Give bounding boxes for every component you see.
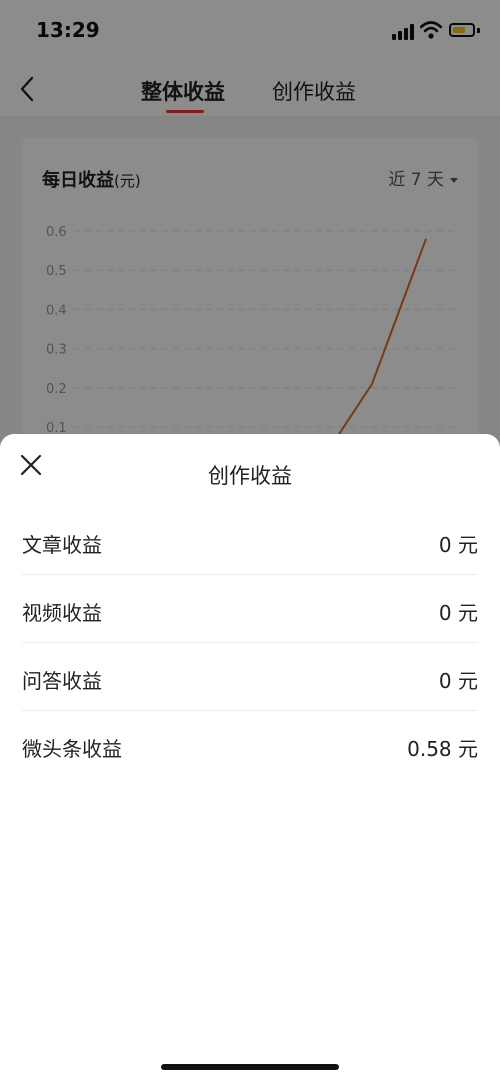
earnings-row-articles: 文章收益 0 元 xyxy=(22,507,478,575)
sheet-title: 创作收益 xyxy=(208,464,292,488)
row-label: 视频收益 xyxy=(22,601,102,625)
row-value: 0 元 xyxy=(438,669,478,693)
row-value: 0.58 元 xyxy=(407,737,478,761)
earnings-row-videos: 视频收益 0 元 xyxy=(22,575,478,643)
creative-earnings-sheet: 创作收益 文章收益 0 元 视频收益 0 元 问答收益 0 元 微头条收益 0.… xyxy=(0,434,500,1082)
earnings-row-qa: 问答收益 0 元 xyxy=(22,643,478,711)
earnings-row-micro-posts: 微头条收益 0.58 元 xyxy=(22,711,478,779)
row-value: 0 元 xyxy=(438,533,478,557)
row-value: 0 元 xyxy=(438,601,478,625)
row-label: 文章收益 xyxy=(22,533,102,557)
row-label: 微头条收益 xyxy=(22,737,122,761)
home-indicator xyxy=(161,1064,339,1070)
row-label: 问答收益 xyxy=(22,669,102,693)
